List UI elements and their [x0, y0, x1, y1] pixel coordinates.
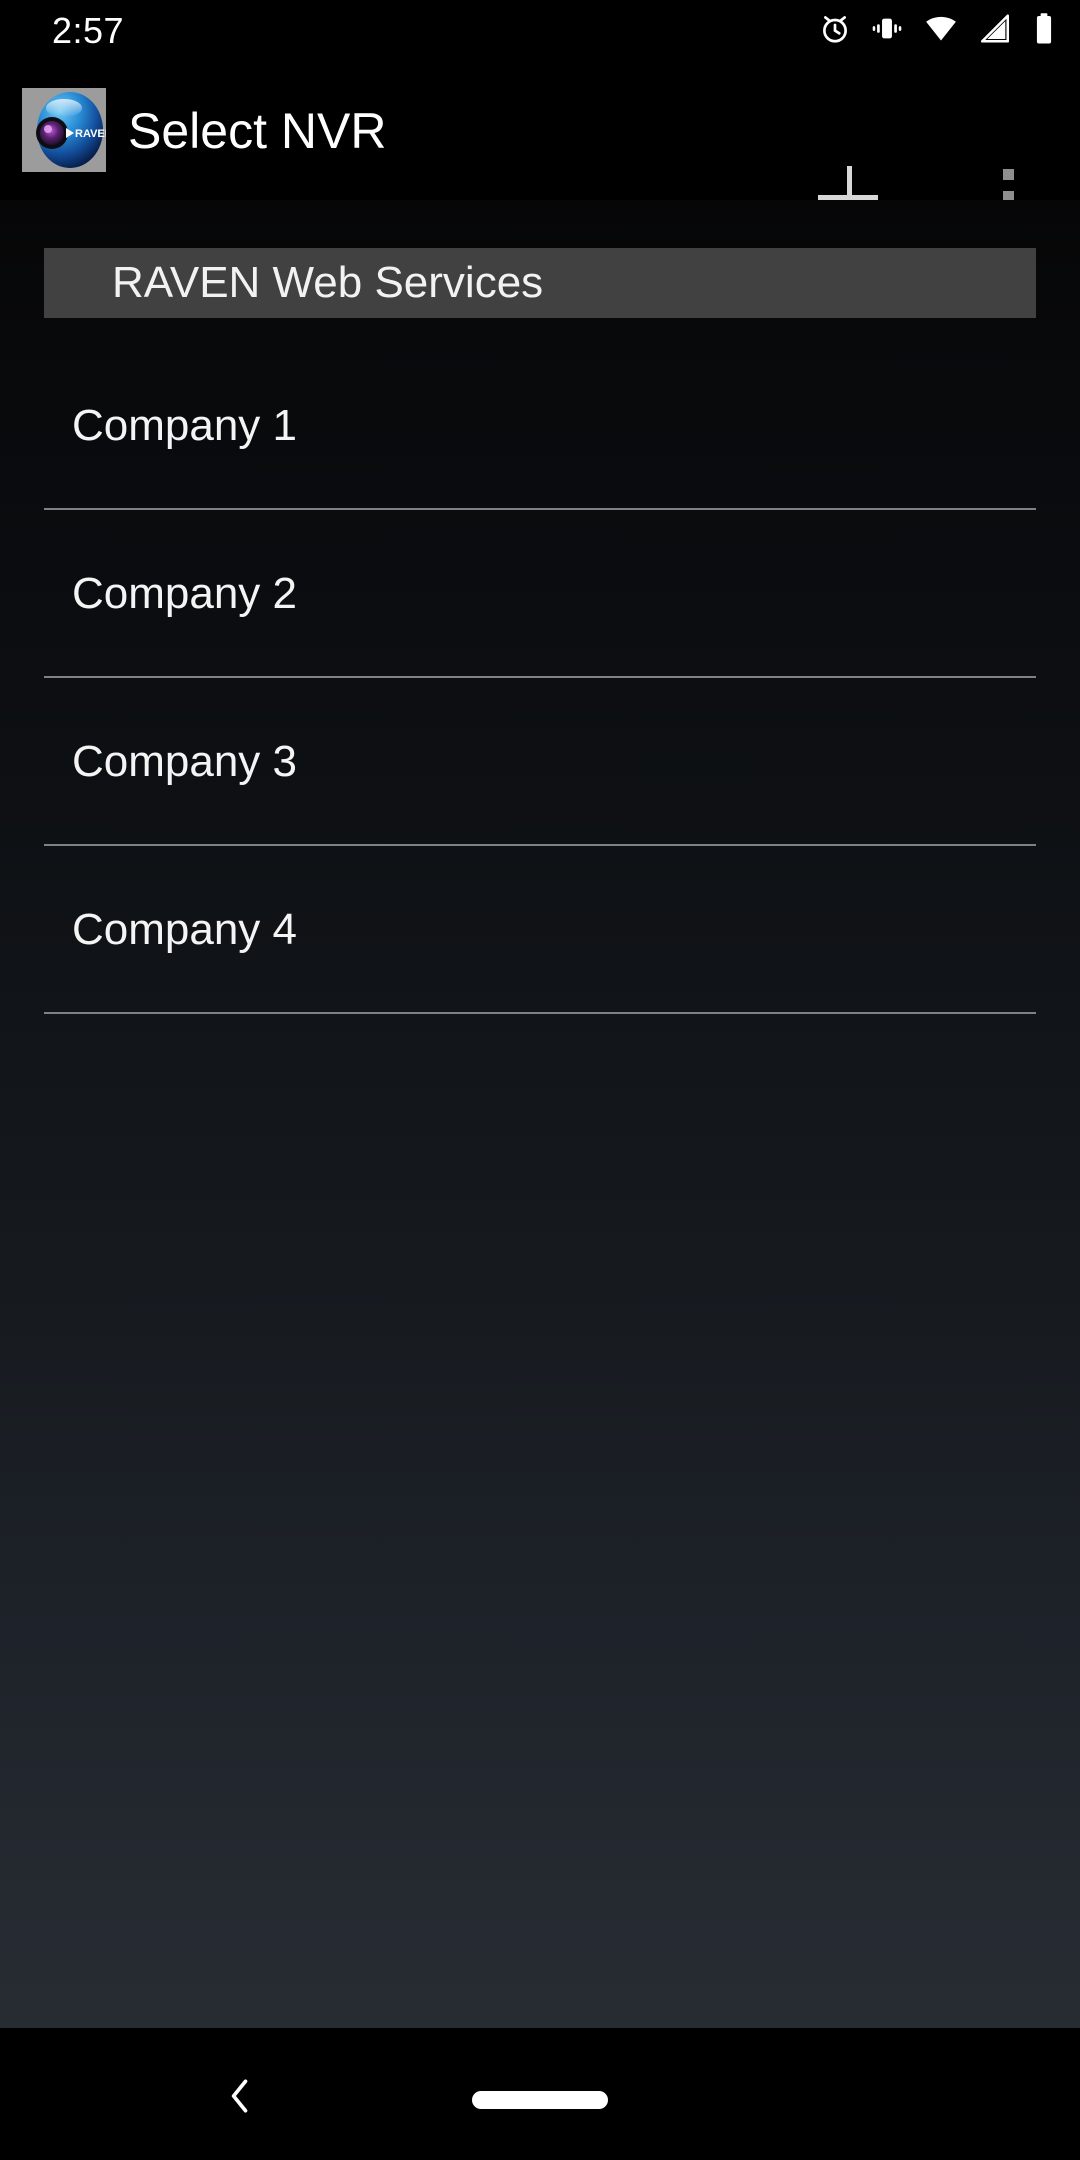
page-title: Select NVR [128, 103, 387, 159]
content-area: RAVEN Web Services Company 1 Company 2 C… [0, 200, 1080, 2028]
nav-home-pill[interactable] [472, 2091, 608, 2109]
alarm-icon [818, 12, 852, 51]
battery-icon [1030, 12, 1058, 51]
list-item[interactable]: Company 4 [0, 846, 1080, 1014]
list-item-label: Company 2 [72, 569, 298, 618]
phone-screen: 2:57 RAVE Select NVR RAVEN Web Services … [0, 0, 1080, 2160]
status-bar: 2:57 [0, 0, 1080, 62]
system-navigation-bar [0, 2028, 1080, 2160]
section-header-label: RAVEN Web Services [112, 258, 544, 307]
list-item-label: Company 3 [72, 737, 298, 786]
status-bar-icons [818, 12, 1058, 51]
chevron-left-icon [231, 2079, 248, 2113]
svg-text:RAVEN IP: RAVEN IP [75, 128, 106, 140]
list-item-label: Company 1 [72, 401, 298, 450]
vibrate-icon [870, 12, 904, 51]
list-item[interactable]: Company 3 [0, 678, 1080, 846]
list-item[interactable]: Company 1 [0, 342, 1080, 510]
list-item[interactable]: Company 2 [0, 510, 1080, 678]
list-item-label: Company 4 [72, 905, 298, 954]
nav-back-button[interactable] [196, 2052, 284, 2140]
status-bar-clock: 2:57 [52, 10, 125, 51]
app-bar: RAVEN IP Select NVR [0, 62, 1080, 226]
app-logo-icon: RAVEN IP [22, 88, 106, 172]
list-divider [44, 1012, 1036, 1014]
cellular-signal-icon [978, 12, 1012, 51]
overflow-dot [1002, 168, 1014, 180]
wifi-icon [922, 12, 960, 51]
nvr-list: Company 1 Company 2 Company 3 Company 4 [0, 342, 1080, 1014]
section-header: RAVEN Web Services [44, 248, 1036, 318]
